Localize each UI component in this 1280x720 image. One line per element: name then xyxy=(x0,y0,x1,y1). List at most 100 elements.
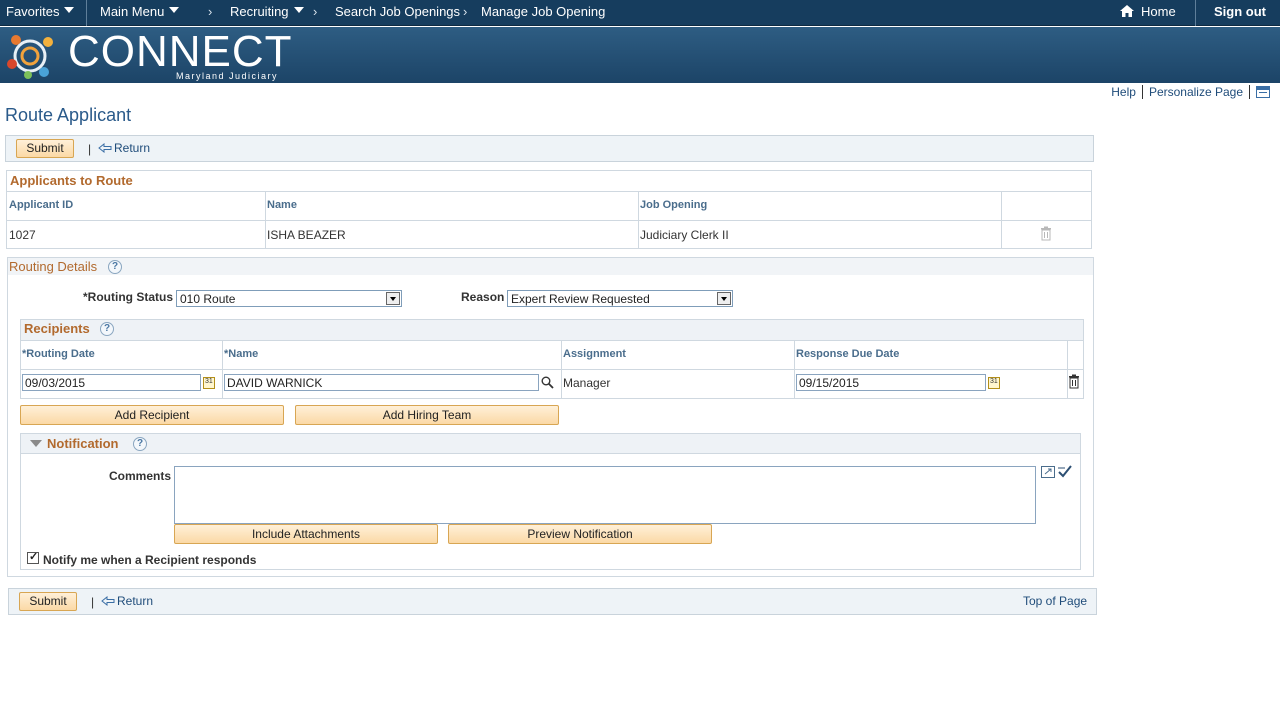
breadcrumb-manage-job-opening[interactable]: Manage Job Opening xyxy=(481,4,605,19)
return-link[interactable]: Return xyxy=(98,141,150,155)
breadcrumb-separator-icon: › xyxy=(313,4,318,19)
recipients-column-headers: *Routing Date *Name Assignment Response … xyxy=(21,340,1083,370)
nav-divider xyxy=(86,0,87,26)
recipients-title: Recipients xyxy=(24,321,90,336)
recipients-grid-header-bar xyxy=(21,320,1083,340)
breadcrumb-recruiting[interactable]: Recruiting xyxy=(230,4,304,19)
applicant-id-cell: 1027 xyxy=(9,228,36,242)
column-divider xyxy=(222,340,223,398)
help-icon[interactable]: ? xyxy=(100,322,114,336)
include-attachments-button[interactable]: Include Attachments xyxy=(174,524,438,544)
page-title: Route Applicant xyxy=(5,105,132,125)
search-icon[interactable] xyxy=(541,376,554,389)
breadcrumb-recruiting-label: Recruiting xyxy=(230,4,289,19)
comments-label: Comments xyxy=(109,469,172,483)
collapse-triangle-icon[interactable] xyxy=(30,440,42,447)
column-header-response-due-date[interactable]: Response Due Date xyxy=(796,348,899,360)
routing-details-header xyxy=(8,258,1093,275)
column-header-applicant-id[interactable]: Applicant ID xyxy=(9,199,73,211)
delete-row-icon[interactable] xyxy=(1068,374,1080,389)
assignment-cell: Manager xyxy=(563,376,611,390)
return-link[interactable]: Return xyxy=(101,594,153,608)
notify-checkbox[interactable] xyxy=(27,550,39,564)
routing-status-label: *Routing Status xyxy=(83,290,173,304)
toolbar-divider: | xyxy=(88,142,92,156)
toolbar-divider: | xyxy=(91,595,95,609)
new-window-icon[interactable] xyxy=(1256,86,1270,98)
applicant-name-cell: ISHA BEAZER xyxy=(267,228,346,242)
logo-subtitle: Maryland Judiciary xyxy=(176,71,279,81)
submit-button[interactable]: Submit xyxy=(16,139,74,158)
sign-out-link[interactable]: Sign out xyxy=(1214,4,1266,19)
bottom-toolbar: Submit | Return Top of Page xyxy=(8,588,1097,615)
notification-title[interactable]: Notification xyxy=(47,436,119,451)
brand-banner: CONNECT Maryland Judiciary xyxy=(0,27,1280,83)
return-label: Return xyxy=(114,141,151,155)
add-recipient-button[interactable]: Add Recipient xyxy=(20,405,284,425)
chevron-down-icon xyxy=(717,292,731,305)
home-icon xyxy=(1119,4,1135,18)
main-menu-label: Main Menu xyxy=(100,4,165,19)
divider xyxy=(1141,85,1143,99)
column-header-routing-date[interactable]: *Routing Date xyxy=(22,348,95,360)
preview-notification-button[interactable]: Preview Notification xyxy=(448,524,712,544)
column-header-assignment[interactable]: Assignment xyxy=(563,348,626,360)
help-icon[interactable]: ? xyxy=(133,437,147,451)
column-header-name[interactable]: Name xyxy=(267,199,297,211)
comments-textarea[interactable] xyxy=(174,466,1036,524)
chevron-down-icon xyxy=(293,7,304,13)
applicants-grid: Applicants to Route Applicant ID Name Jo… xyxy=(6,170,1092,249)
chevron-down-icon xyxy=(169,7,180,13)
chevron-down-icon xyxy=(64,7,75,13)
notification-section: Notification ? Comments Include Attachme… xyxy=(20,433,1081,570)
home-label: Home xyxy=(1141,4,1176,19)
notify-label: Notify me when a Recipient responds xyxy=(43,553,257,567)
calendar-icon[interactable] xyxy=(203,377,215,389)
spell-check-icon[interactable] xyxy=(1057,465,1072,479)
delete-row-icon[interactable] xyxy=(1040,226,1052,241)
column-divider xyxy=(794,340,795,398)
recipients-grid: Recipients ? *Routing Date *Name Assignm… xyxy=(20,319,1084,399)
divider xyxy=(1249,85,1250,99)
top-toolbar: Submit | Return xyxy=(5,135,1094,162)
column-divider xyxy=(1067,340,1068,398)
top-nav: Favorites Main Menu › Recruiting › Searc… xyxy=(0,0,1280,26)
nav-divider xyxy=(1195,0,1196,26)
calendar-icon[interactable] xyxy=(988,377,1000,389)
response-due-date-input[interactable]: 09/15/2015 xyxy=(796,374,986,391)
logo-wordmark: CONNECT xyxy=(68,27,293,76)
return-arrow-icon xyxy=(101,595,115,607)
recipient-name-input[interactable]: DAVID WARNICK xyxy=(224,374,539,391)
help-icon[interactable]: ? xyxy=(108,260,122,274)
personalize-page-link[interactable]: Personalize Page xyxy=(1149,85,1243,99)
reason-label: Reason xyxy=(461,290,505,304)
breadcrumb-search-job-openings[interactable]: Search Job Openings xyxy=(335,4,460,19)
return-label: Return xyxy=(117,594,154,608)
routing-date-input[interactable]: 09/03/2015 xyxy=(22,374,201,391)
routing-details-section: Routing Details ? *Routing Status 010 Ro… xyxy=(7,257,1094,577)
expand-textarea-icon[interactable] xyxy=(1041,466,1055,478)
routing-status-select[interactable]: 010 Route xyxy=(176,290,402,307)
help-link[interactable]: Help xyxy=(1111,85,1136,99)
favorites-menu[interactable]: Favorites xyxy=(6,4,75,19)
notification-header[interactable] xyxy=(21,434,1080,454)
top-of-page-link[interactable]: Top of Page xyxy=(1023,594,1087,608)
routing-status-value: 010 Route xyxy=(180,292,236,306)
reason-select[interactable]: Expert Review Requested xyxy=(507,290,733,307)
main-menu[interactable]: Main Menu xyxy=(100,4,180,19)
return-arrow-icon xyxy=(98,142,112,154)
applicants-grid-title: Applicants to Route xyxy=(10,173,133,188)
favorites-label: Favorites xyxy=(6,4,60,19)
column-header-job-opening[interactable]: Job Opening xyxy=(640,199,707,211)
job-opening-cell: Judiciary Clerk II xyxy=(640,228,729,242)
breadcrumb-separator-icon: › xyxy=(208,4,213,19)
chevron-down-icon xyxy=(386,292,400,305)
reason-value: Expert Review Requested xyxy=(511,292,650,306)
submit-button[interactable]: Submit xyxy=(19,592,77,611)
add-hiring-team-button[interactable]: Add Hiring Team xyxy=(295,405,559,425)
routing-details-title: Routing Details xyxy=(9,259,98,274)
column-divider xyxy=(561,340,562,398)
connect-logo-icon xyxy=(4,30,62,80)
home-link[interactable]: Home xyxy=(1119,4,1176,19)
column-header-name[interactable]: *Name xyxy=(224,348,258,360)
